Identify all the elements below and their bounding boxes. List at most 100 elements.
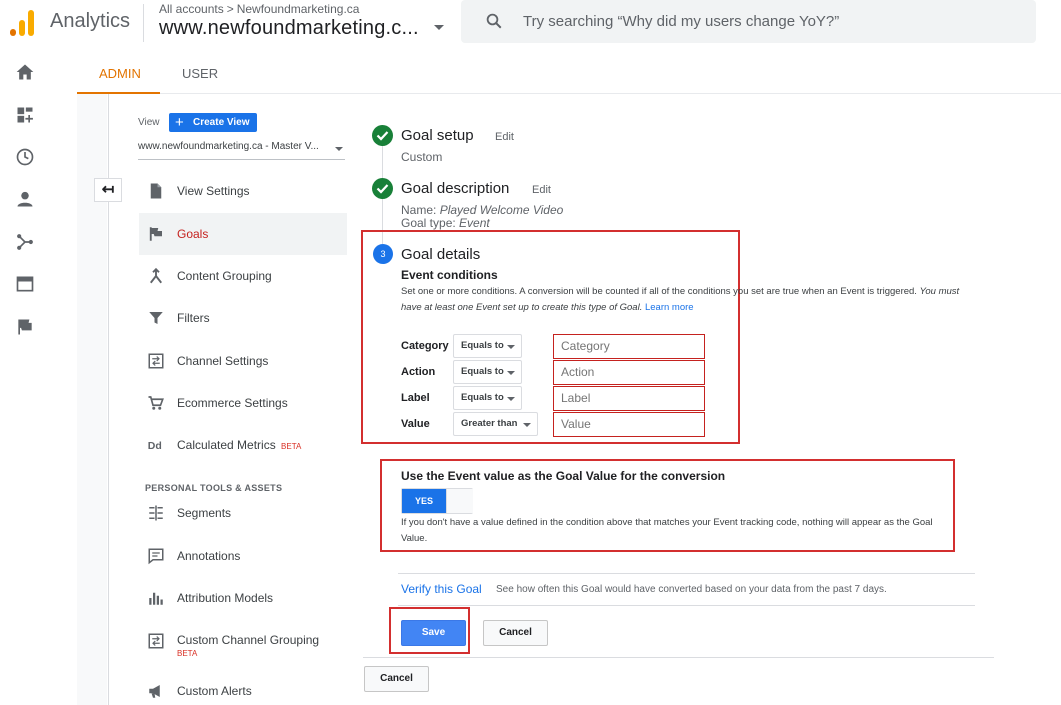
product-name: Analytics bbox=[50, 10, 131, 32]
property-dropdown-icon[interactable] bbox=[434, 25, 444, 30]
value-input[interactable]: Value bbox=[553, 412, 705, 437]
learn-more-link[interactable]: Learn more bbox=[645, 302, 694, 313]
breadcrumb[interactable]: All accounts > Newfoundmarketing.ca bbox=[159, 2, 359, 16]
nav-item-view-settings[interactable]: View Settings bbox=[139, 170, 347, 212]
goal-setup-title: Goal setup bbox=[401, 127, 474, 144]
verify-goal-description: See how often this Goal would have conve… bbox=[496, 584, 887, 595]
goal-description-title: Goal description bbox=[401, 180, 510, 197]
back-arrow-button[interactable]: ↤ bbox=[94, 178, 122, 202]
customization-icon[interactable] bbox=[15, 105, 35, 125]
step-connector bbox=[382, 144, 383, 180]
description-text: Set one or more conditions. A conversion… bbox=[401, 286, 920, 297]
calculated-metrics-label: Calculated Metrics bbox=[177, 438, 276, 452]
acquisition-icon[interactable] bbox=[15, 232, 35, 252]
nav-label: Ecommerce Settings bbox=[177, 396, 288, 410]
realtime-icon[interactable] bbox=[15, 147, 35, 167]
left-rail bbox=[0, 50, 50, 705]
tab-admin[interactable]: ADMIN bbox=[99, 66, 141, 81]
behavior-icon[interactable] bbox=[15, 274, 35, 294]
caret-down-icon bbox=[507, 371, 515, 375]
search-bar[interactable]: Try searching “Why did my users change Y… bbox=[461, 0, 1036, 43]
condition-label-action: Action bbox=[401, 366, 436, 378]
goal-type: Goal type: Event bbox=[401, 216, 490, 230]
cart-icon bbox=[148, 396, 164, 410]
event-conditions-description: Set one or more conditions. A conversion… bbox=[401, 284, 966, 316]
event-value-toggle[interactable]: YES bbox=[401, 488, 473, 514]
create-view-button[interactable]: + Create View bbox=[169, 113, 257, 132]
nav-item-content-grouping[interactable]: Content Grouping bbox=[139, 255, 347, 297]
nav-item-filters[interactable]: Filters bbox=[139, 297, 347, 339]
megaphone-icon bbox=[149, 685, 160, 698]
conversions-icon[interactable] bbox=[15, 317, 35, 337]
nav-label: Goals bbox=[177, 227, 209, 241]
header-divider bbox=[143, 4, 144, 42]
admin-user-tabs: ADMIN USER bbox=[77, 50, 1061, 94]
chevron-down-icon bbox=[335, 147, 343, 151]
goal-description-edit-link[interactable]: Edit bbox=[532, 184, 551, 196]
value-operator-select[interactable]: Greater than bbox=[453, 412, 538, 436]
event-value-note: If you don't have a value defined in the… bbox=[401, 517, 933, 544]
nav-label: Channel Settings bbox=[177, 354, 269, 368]
goal-name: Name: Played Welcome Video bbox=[401, 203, 563, 217]
condition-label-label: Label bbox=[401, 392, 430, 404]
event-conditions-title: Event conditions bbox=[401, 268, 498, 282]
action-operator-select[interactable]: Equals to bbox=[453, 360, 522, 384]
category-input[interactable]: Category bbox=[553, 334, 705, 359]
operator-value: Equals to bbox=[461, 340, 504, 351]
plus-icon: + bbox=[175, 114, 184, 131]
cancel-button[interactable]: Cancel bbox=[483, 620, 548, 646]
label-operator-select[interactable]: Equals to bbox=[453, 386, 522, 410]
event-value-title: Use the Event value as the Goal Value fo… bbox=[401, 469, 726, 483]
toggle-yes-label: YES bbox=[402, 489, 446, 513]
outer-cancel-button[interactable]: Cancel bbox=[364, 666, 429, 692]
filter-icon bbox=[149, 312, 163, 324]
nav-label: Segments bbox=[177, 506, 232, 520]
step-number-badge: 3 bbox=[373, 244, 393, 264]
save-button[interactable]: Save bbox=[401, 620, 466, 646]
flag-icon bbox=[149, 227, 162, 241]
search-input[interactable]: Try searching “Why did my users change Y… bbox=[523, 13, 839, 30]
goal-name-value: Played Welcome Video bbox=[439, 203, 564, 217]
view-label: View bbox=[138, 117, 160, 128]
operator-value: Greater than bbox=[461, 418, 518, 429]
nav-label: Filters bbox=[177, 311, 210, 325]
analytics-admin-page: Analytics All accounts > Newfoundmarketing… bbox=[0, 0, 1061, 705]
breadcrumb-root[interactable]: All accounts bbox=[159, 2, 224, 16]
analytics-logo-icon[interactable] bbox=[10, 8, 34, 36]
selected-view: www.newfoundmarketing.ca - Master V... bbox=[138, 141, 319, 152]
condition-label-category: Category bbox=[401, 340, 449, 352]
verify-goal-link[interactable]: Verify this Goal bbox=[401, 582, 482, 596]
nav-item-calculated-metrics[interactable]: Dd Calculated Metrics BETA bbox=[139, 424, 347, 466]
nav-item-custom-alerts[interactable]: Custom Alerts bbox=[139, 670, 347, 705]
nav-item-annotations[interactable]: Annotations bbox=[139, 535, 347, 577]
nav-item-custom-channel-grouping[interactable]: Custom Channel Grouping BETA bbox=[139, 620, 347, 666]
divider bbox=[363, 657, 994, 658]
channel-icon bbox=[148, 633, 164, 649]
nav-item-segments[interactable]: Segments bbox=[139, 492, 347, 534]
caret-down-icon bbox=[507, 345, 515, 349]
goal-setup-edit-link[interactable]: Edit bbox=[495, 131, 514, 143]
category-operator-select[interactable]: Equals to bbox=[453, 334, 522, 358]
nav-item-channel-settings[interactable]: Channel Settings bbox=[139, 340, 347, 382]
audience-icon[interactable] bbox=[15, 189, 35, 209]
svg-text:Dd: Dd bbox=[148, 440, 162, 452]
breadcrumb-separator: > bbox=[226, 2, 234, 16]
action-input[interactable]: Action bbox=[553, 360, 705, 385]
view-selector[interactable]: www.newfoundmarketing.ca - Master V... bbox=[138, 141, 345, 160]
nav-item-ecommerce-settings[interactable]: Ecommerce Settings bbox=[139, 382, 347, 424]
nav-label: Custom Channel Grouping bbox=[177, 633, 320, 647]
breadcrumb-account[interactable]: Newfoundmarketing.ca bbox=[237, 2, 360, 16]
annotation-icon bbox=[148, 548, 164, 565]
nav-item-goals[interactable]: Goals bbox=[139, 213, 347, 255]
label-input[interactable]: Label bbox=[553, 386, 705, 411]
document-icon bbox=[150, 183, 162, 199]
property-selector[interactable]: www.newfoundmarketing.c... bbox=[159, 17, 419, 40]
nav-item-attribution-models[interactable]: Attribution Models bbox=[139, 577, 347, 619]
tab-user[interactable]: USER bbox=[182, 66, 218, 81]
home-icon[interactable] bbox=[15, 62, 35, 82]
condition-label-value: Value bbox=[401, 418, 430, 430]
toggle-knob bbox=[446, 489, 473, 513]
goal-type-value: Event bbox=[459, 216, 490, 230]
caret-down-icon bbox=[523, 423, 531, 427]
nav-label: Calculated Metrics BETA bbox=[177, 438, 301, 452]
